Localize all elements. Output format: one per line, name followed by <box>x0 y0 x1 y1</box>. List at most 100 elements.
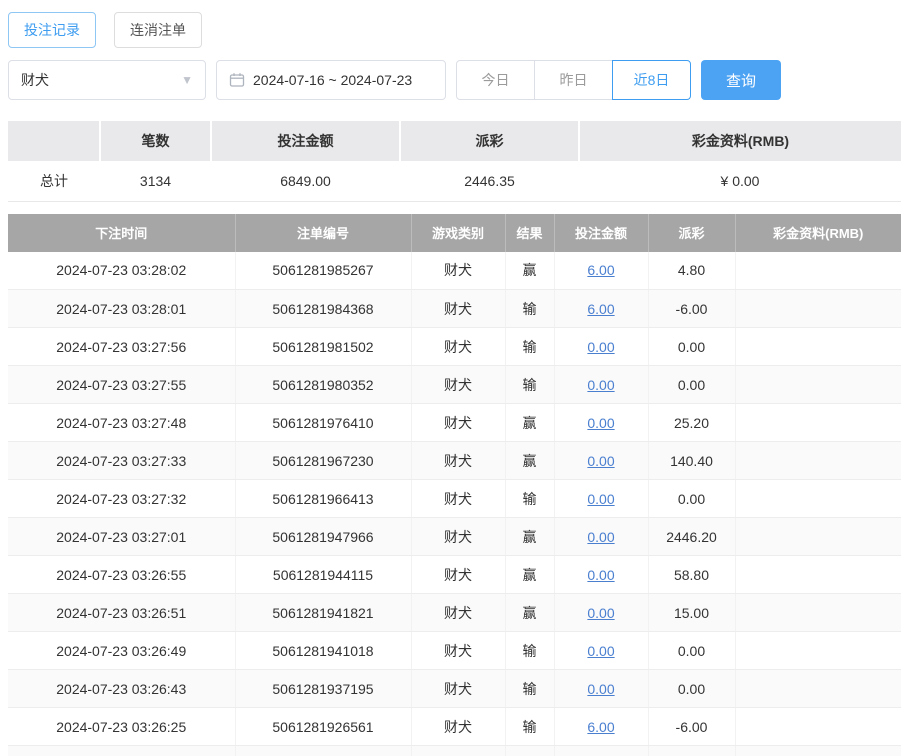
cell-bonus <box>735 252 901 290</box>
cell-bet-amount: 0.00 <box>554 366 648 404</box>
records-tbody: 2024-07-23 03:28:02 5061281985267 财犬 赢 6… <box>8 252 901 756</box>
cell-result: 输 <box>505 746 554 756</box>
cell-time: 2024-07-23 03:27:32 <box>8 480 235 518</box>
search-button[interactable]: 查询 <box>701 60 781 100</box>
summary-table: 笔数 投注金额 派彩 彩金资料(RMB) 总计 3134 6849.00 244… <box>8 121 901 202</box>
cell-bet-no: 5061281984368 <box>235 290 411 328</box>
table-row: 2024-07-23 03:26:25 5061281926561 财犬 输 6… <box>8 708 901 746</box>
cell-bonus <box>735 670 901 708</box>
cell-game: 财犬 <box>411 632 505 670</box>
cell-bet-amount: 0.00 <box>554 480 648 518</box>
table-row: 2024-07-23 03:26:49 5061281941018 财犬 输 0… <box>8 632 901 670</box>
header-result: 结果 <box>505 214 554 252</box>
bet-amount-link[interactable]: 0.00 <box>587 415 614 431</box>
cell-bet-amount: 6.00 <box>554 252 648 290</box>
cell-bonus <box>735 290 901 328</box>
bet-amount-link[interactable]: 0.00 <box>587 681 614 697</box>
bet-amount-link[interactable]: 0.00 <box>587 491 614 507</box>
bet-amount-link[interactable]: 0.00 <box>587 643 614 659</box>
cell-bet-amount: 0.00 <box>554 328 648 366</box>
cell-result: 输 <box>505 708 554 746</box>
tab-cancelled-orders[interactable]: 连消注单 <box>114 12 202 48</box>
summary-header-empty <box>8 121 100 161</box>
bet-amount-link[interactable]: 6.00 <box>587 301 614 317</box>
cell-game: 财犬 <box>411 328 505 366</box>
cell-game: 财犬 <box>411 404 505 442</box>
cell-bonus <box>735 366 901 404</box>
date-range-text: 2024-07-16 ~ 2024-07-23 <box>253 72 412 88</box>
summary-total-count: 3134 <box>100 161 211 201</box>
cell-result: 赢 <box>505 594 554 632</box>
bet-amount-link[interactable]: 0.00 <box>587 377 614 393</box>
last-8-days-button[interactable]: 近8日 <box>612 60 691 100</box>
bet-amount-link[interactable]: 0.00 <box>587 453 614 469</box>
tab-betting-records[interactable]: 投注记录 <box>8 12 96 48</box>
cell-bet-amount: 0.00 <box>554 518 648 556</box>
bet-amount-link[interactable]: 0.00 <box>587 339 614 355</box>
yesterday-button[interactable]: 昨日 <box>534 60 613 100</box>
cell-payout: 0.00 <box>648 328 735 366</box>
bet-amount-link[interactable]: 6.00 <box>587 262 614 278</box>
table-row: 2024-07-23 03:27:33 5061281967230 财犬 赢 0… <box>8 442 901 480</box>
cell-bet-amount: 0.00 <box>554 670 648 708</box>
cell-bet-amount: 0.00 <box>554 442 648 480</box>
table-row: 2024-07-23 03:28:02 5061281985267 财犬 赢 6… <box>8 252 901 290</box>
cell-time: 2024-07-23 03:27:33 <box>8 442 235 480</box>
cell-bonus <box>735 594 901 632</box>
cell-result: 赢 <box>505 556 554 594</box>
cell-result: 赢 <box>505 252 554 290</box>
cell-bet-no: 5061281980352 <box>235 366 411 404</box>
cell-bet-no: 5061281937195 <box>235 670 411 708</box>
cell-result: 输 <box>505 290 554 328</box>
summary-total-bonus: ¥ 0.00 <box>579 161 901 201</box>
header-bet-amount: 投注金额 <box>554 214 648 252</box>
cell-bet-amount: 6.00 <box>554 290 648 328</box>
cell-result: 赢 <box>505 442 554 480</box>
cell-bet-no: 5061281966413 <box>235 480 411 518</box>
cell-time: 2024-07-23 03:26:25 <box>8 708 235 746</box>
summary-total-label: 总计 <box>8 161 100 201</box>
cell-bonus <box>735 518 901 556</box>
table-row: 2024-07-23 03:26:24 5061281925717 财犬 输 6… <box>8 746 901 756</box>
cell-game: 财犬 <box>411 746 505 756</box>
today-button[interactable]: 今日 <box>456 60 535 100</box>
game-select-value: 财犬 <box>21 70 49 90</box>
cell-payout: 15.00 <box>648 594 735 632</box>
summary-total-row: 总计 3134 6849.00 2446.35 ¥ 0.00 <box>8 161 901 201</box>
filter-bar: 财犬 ▼ 2024-07-16 ~ 2024-07-23 今日 昨日 近8日 查… <box>8 60 901 100</box>
cell-bet-no: 5061281926561 <box>235 708 411 746</box>
cell-payout: 58.80 <box>648 556 735 594</box>
cell-result: 输 <box>505 632 554 670</box>
cell-bet-no: 5061281925717 <box>235 746 411 756</box>
cell-bet-no: 5061281941018 <box>235 632 411 670</box>
bet-amount-link[interactable]: 0.00 <box>587 605 614 621</box>
cell-game: 财犬 <box>411 670 505 708</box>
cell-time: 2024-07-23 03:26:43 <box>8 670 235 708</box>
cell-payout: 0.00 <box>648 480 735 518</box>
bet-amount-link[interactable]: 0.00 <box>587 529 614 545</box>
betting-records-page: 投注记录 连消注单 财犬 ▼ 2024-07-16 ~ 2024-07-23 今… <box>0 0 909 756</box>
cell-bet-amount: 6.00 <box>554 746 648 756</box>
cell-time: 2024-07-23 03:26:51 <box>8 594 235 632</box>
bet-amount-link[interactable]: 6.00 <box>587 719 614 735</box>
cell-time: 2024-07-23 03:26:49 <box>8 632 235 670</box>
top-tabs: 投注记录 连消注单 <box>8 12 901 48</box>
cell-game: 财犬 <box>411 518 505 556</box>
bet-amount-link[interactable]: 0.00 <box>587 567 614 583</box>
cell-result: 输 <box>505 480 554 518</box>
cell-payout: 0.00 <box>648 670 735 708</box>
game-select[interactable]: 财犬 ▼ <box>8 60 206 100</box>
calendar-icon <box>229 72 245 88</box>
cell-game: 财犬 <box>411 366 505 404</box>
cell-bonus <box>735 632 901 670</box>
cell-bet-no: 5061281981502 <box>235 328 411 366</box>
cell-time: 2024-07-23 03:28:02 <box>8 252 235 290</box>
cell-bonus <box>735 328 901 366</box>
cell-bet-amount: 0.00 <box>554 594 648 632</box>
cell-bet-no: 5061281941821 <box>235 594 411 632</box>
cell-game: 财犬 <box>411 708 505 746</box>
cell-bonus <box>735 442 901 480</box>
cell-game: 财犬 <box>411 480 505 518</box>
date-range-picker[interactable]: 2024-07-16 ~ 2024-07-23 <box>216 60 446 100</box>
cell-bet-no: 5061281944115 <box>235 556 411 594</box>
